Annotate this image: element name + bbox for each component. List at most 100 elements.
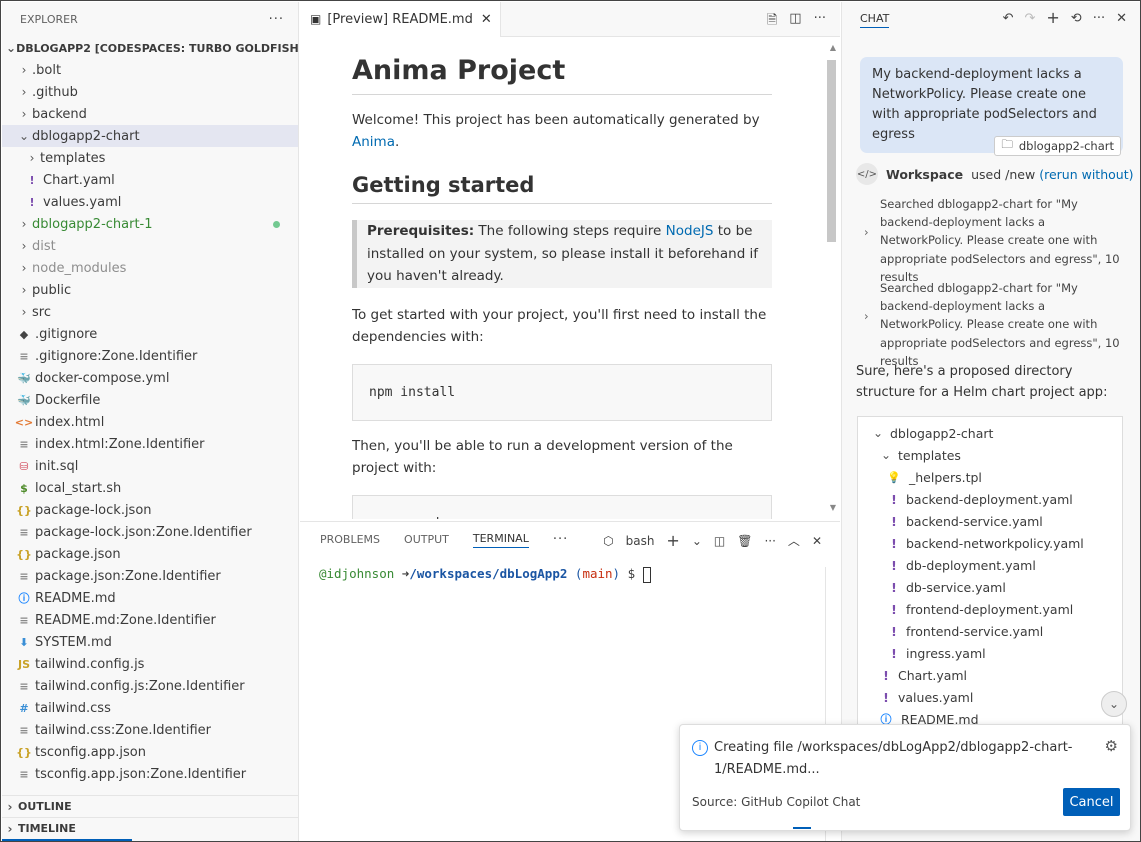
yaml-file-icon: ! [891, 601, 897, 617]
scroll-up-icon[interactable]: ▲ [830, 43, 836, 52]
history-icon[interactable]: ⟲ [1071, 11, 1082, 27]
maximize-panel-icon[interactable]: ︿ [788, 532, 800, 549]
scroll-down-icon[interactable]: ▼ [830, 503, 836, 512]
proposed-tree-item[interactable]: ! backend-deployment.yaml [858, 488, 1122, 510]
workspace-root[interactable]: ⌄ DBLOGAPP2 [CODESPACES: TURBO GOLDFISH] [2, 37, 298, 59]
rerun-link[interactable]: (rerun without) [1039, 167, 1133, 182]
tree-item[interactable]: › src [2, 301, 298, 323]
tree-item[interactable]: ⓘ README.md [2, 587, 298, 609]
proposed-tree-item-label: backend-service.yaml [906, 513, 1043, 529]
chevron-down-icon[interactable]: ⌄ [692, 534, 702, 548]
scroll-down-button[interactable]: ⌄ [1101, 691, 1127, 717]
tree-item[interactable]: ≡ tsconfig.app.json:Zone.Identifier [2, 763, 298, 785]
proposed-tree-item[interactable]: ! db-service.yaml [858, 576, 1122, 598]
tree-item[interactable]: ! Chart.yaml [2, 169, 298, 191]
tab-chat[interactable]: CHAT [860, 12, 890, 28]
redo-icon[interactable]: ↷ [1024, 11, 1035, 27]
add-terminal-icon[interactable]: + [666, 531, 679, 550]
proposed-tree-item[interactable]: ! ingress.yaml [858, 642, 1122, 664]
tree-item[interactable]: ⬇ SYSTEM.md [2, 631, 298, 653]
nodejs-link[interactable]: NodeJS [666, 223, 714, 239]
workspace-root-label: DBLOGAPP2 [CODESPACES: TURBO GOLDFISH] [16, 41, 299, 55]
proposed-tree-item[interactable]: ! frontend-service.yaml [858, 620, 1122, 642]
tab-problems[interactable]: PROBLEMS [320, 533, 380, 546]
cancel-button[interactable]: Cancel [1063, 788, 1120, 816]
shell-label[interactable]: bash [626, 534, 655, 548]
tree-item[interactable]: › dist [2, 235, 298, 257]
attachment-chip[interactable]: 🗀 dblogapp2-chart [994, 136, 1121, 156]
proposed-tree-item[interactable]: ! frontend-deployment.yaml [858, 598, 1122, 620]
more-actions-icon[interactable]: ··· [814, 11, 826, 33]
tree-item[interactable]: › public [2, 279, 298, 301]
tree-item[interactable]: {} package.json [2, 543, 298, 565]
tree-item[interactable]: ≡ package-lock.json:Zone.Identifier [2, 521, 298, 543]
tree-item-label: local_start.sh [35, 480, 122, 496]
proposed-tree-item[interactable]: ! values.yaml [858, 686, 1122, 708]
agent-name: Workspace [886, 166, 964, 182]
terminal-prompt[interactable]: @idjohnson ➜/workspaces/dbLogApp2 (main)… [319, 566, 651, 583]
proposed-tree-item[interactable]: ⌄ templates [858, 444, 1122, 466]
tree-item[interactable]: ◆ .gitignore [2, 323, 298, 345]
proposed-tree-item[interactable]: ! backend-networkpolicy.yaml [858, 532, 1122, 554]
close-icon[interactable]: ✕ [1116, 11, 1127, 27]
tree-item[interactable]: › .bolt [2, 59, 298, 81]
tree-item[interactable]: # tailwind.css [2, 697, 298, 719]
more-tabs-icon[interactable]: ··· [553, 532, 568, 547]
tree-item[interactable]: ⛁ init.sql [2, 455, 298, 477]
proposed-tree-item[interactable]: ! backend-service.yaml [858, 510, 1122, 532]
tree-item[interactable]: ≡ .gitignore:Zone.Identifier [2, 345, 298, 367]
tree-item[interactable]: ≡ index.html:Zone.Identifier [2, 433, 298, 455]
split-terminal-icon[interactable]: ◫ [714, 534, 725, 548]
tree-item[interactable]: <> index.html [2, 411, 298, 433]
anima-link[interactable]: Anima [352, 134, 395, 150]
tree-item[interactable]: 🐳 docker-compose.yml [2, 367, 298, 389]
tab-terminal[interactable]: TERMINAL [472, 532, 529, 548]
tree-item[interactable]: ≡ tailwind.css:Zone.Identifier [2, 719, 298, 741]
trash-icon[interactable]: 🗑 [737, 534, 752, 548]
gear-icon[interactable]: ⚙ [1105, 737, 1118, 755]
tree-item[interactable]: {} package-lock.json [2, 499, 298, 521]
panel-actions: ⬡ bash + ⌄ ◫ 🗑 ··· ︿ ✕ [603, 531, 822, 550]
timeline-section[interactable]: › TIMELINE [2, 817, 298, 839]
close-icon[interactable]: ✕ [481, 12, 492, 27]
tree-item[interactable]: ≡ tailwind.config.js:Zone.Identifier [2, 675, 298, 697]
tab-readme-preview[interactable]: ▣ [Preview] README.md ✕ [300, 1, 501, 37]
tree-item-label: .github [32, 84, 78, 100]
json-file-icon: {} [16, 547, 32, 561]
tree-item[interactable]: › backend [2, 103, 298, 125]
tree-item[interactable]: ≡ README.md:Zone.Identifier [2, 609, 298, 631]
tree-item[interactable]: ⌄ dblogapp2-chart [2, 125, 298, 147]
tree-item[interactable]: 🐳 Dockerfile [2, 389, 298, 411]
text-file-icon: ≡ [19, 613, 29, 627]
split-editor-icon[interactable]: ◫ [789, 11, 801, 33]
tree-item[interactable]: › .github [2, 81, 298, 103]
search-result[interactable]: › Searched dblogapp2-chart for "My backe… [864, 195, 1126, 286]
proposed-tree-item[interactable]: ! db-deployment.yaml [858, 554, 1122, 576]
tree-item[interactable]: › dblogapp2-chart-1 [2, 213, 298, 235]
more-actions-icon[interactable]: ··· [269, 12, 284, 27]
new-chat-icon[interactable]: + [1046, 8, 1059, 27]
more-actions-icon[interactable]: ··· [1093, 11, 1105, 27]
tree-item[interactable]: › node_modules [2, 257, 298, 279]
chevron-down-icon: ⌄ [872, 426, 884, 440]
outline-section[interactable]: › OUTLINE [2, 795, 298, 817]
tree-item[interactable]: ! values.yaml [2, 191, 298, 213]
search-result[interactable]: › Searched dblogapp2-chart for "My backe… [864, 279, 1126, 370]
close-panel-icon[interactable]: ✕ [812, 534, 822, 548]
tree-item[interactable]: › templates [2, 147, 298, 169]
tree-item[interactable]: {} tsconfig.app.json [2, 741, 298, 763]
proposed-tree-item[interactable]: ⌄ dblogapp2-chart [858, 422, 1122, 444]
more-actions-icon[interactable]: ··· [764, 534, 775, 548]
proposed-tree-item[interactable]: 💡 _helpers.tpl [858, 466, 1122, 488]
text-file-icon: ≡ [19, 349, 29, 363]
yaml-file-icon: ! [883, 667, 889, 683]
open-source-icon[interactable]: 🗎 [767, 11, 777, 33]
tab-output[interactable]: OUTPUT [404, 533, 449, 546]
proposed-tree-item[interactable]: ! Chart.yaml [858, 664, 1122, 686]
tree-item[interactable]: JS tailwind.config.js [2, 653, 298, 675]
undo-icon[interactable]: ↶ [1003, 11, 1014, 27]
tree-item[interactable]: ≡ package.json:Zone.Identifier [2, 565, 298, 587]
editor-scrollbar[interactable] [827, 60, 836, 242]
tree-item-label: Dockerfile [35, 392, 101, 408]
tree-item[interactable]: $ local_start.sh [2, 477, 298, 499]
